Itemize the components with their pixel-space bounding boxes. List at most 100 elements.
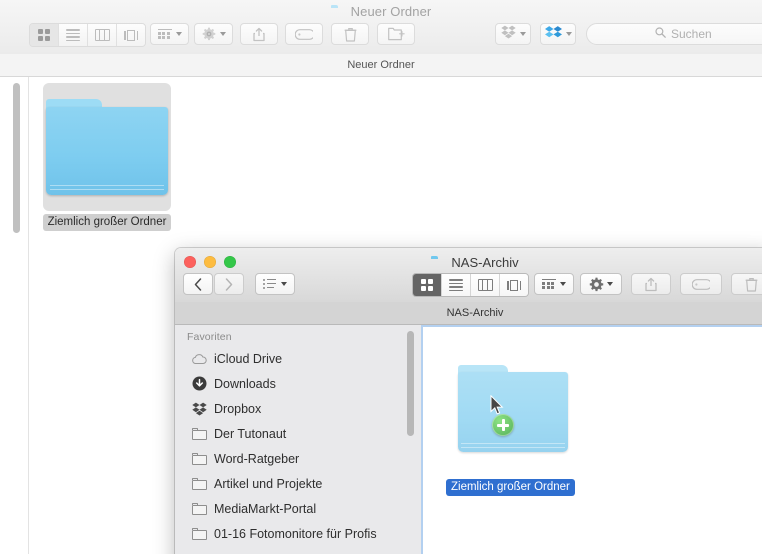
delete-button[interactable] bbox=[731, 273, 762, 295]
sidebar-item-label: Word-Ratgeber bbox=[214, 451, 300, 466]
view-icon-button[interactable] bbox=[30, 24, 59, 46]
sidebar-back[interactable] bbox=[0, 77, 29, 554]
path-bar-text: Neuer Ordner bbox=[347, 59, 415, 71]
chevron-down-icon bbox=[607, 282, 613, 286]
chevron-down-icon bbox=[175, 32, 182, 36]
window-title-text: NAS-Archiv bbox=[451, 254, 519, 270]
grid-icon bbox=[421, 279, 433, 291]
window-titlebar-back: Neuer Ordner Suchen bbox=[0, 0, 762, 554]
sidebar-item-label: MediaMarkt-Portal bbox=[214, 501, 317, 516]
chevron-right-icon bbox=[225, 277, 233, 291]
sidebar-front[interactable]: Favoriten iCloud Drive Downloads Dropbox… bbox=[175, 325, 422, 554]
trash-icon bbox=[745, 277, 758, 292]
sidebar-item-label: Artikel und Projekte bbox=[214, 476, 323, 491]
copy-plus-badge-icon bbox=[492, 414, 514, 436]
folder-icon bbox=[330, 5, 762, 554]
path-bar-back: Neuer Ordner bbox=[0, 54, 762, 77]
gear-icon bbox=[202, 27, 216, 41]
file-icon-container bbox=[43, 83, 171, 211]
sidebar-item-01-16-fotomonitore-fuer-profis[interactable]: 01-16 Fotomonitore für Profis bbox=[175, 521, 421, 546]
file-item-label[interactable]: Ziemlich großer Ordner bbox=[42, 214, 172, 231]
list-icon bbox=[449, 279, 463, 291]
window-title-back: Neuer Ordner bbox=[0, 0, 762, 554]
coverflow-icon bbox=[506, 279, 523, 291]
gear-icon bbox=[589, 277, 604, 292]
coverflow-icon bbox=[123, 29, 140, 41]
folder-icon bbox=[191, 451, 207, 467]
search-field[interactable]: Suchen bbox=[586, 23, 762, 45]
drag-ghost-label: Ziemlich großer Ordner bbox=[446, 479, 575, 496]
back-button[interactable] bbox=[183, 273, 213, 295]
columns-icon bbox=[94, 29, 110, 41]
sidebar-item-label: iCloud Drive bbox=[214, 351, 283, 366]
folder-icon bbox=[191, 501, 207, 517]
dropbox-icon bbox=[191, 401, 207, 417]
arrange-icon bbox=[157, 28, 172, 40]
folder-icon bbox=[191, 476, 207, 492]
tag-button[interactable] bbox=[285, 23, 323, 45]
new-folder-icon bbox=[387, 27, 405, 41]
view-column-button[interactable] bbox=[471, 274, 500, 296]
sidebar-item-mediamarkt-portal[interactable]: MediaMarkt-Portal bbox=[175, 496, 421, 521]
action-menu-button[interactable] bbox=[194, 23, 233, 45]
dropbox-icon bbox=[500, 25, 516, 44]
screen: Neuer Ordner Suchen Neuer Ordner Ziemlic… bbox=[0, 0, 762, 554]
view-list-button[interactable] bbox=[59, 24, 88, 46]
sidebar-scrollbar-front[interactable] bbox=[407, 331, 414, 436]
view-coverflow-button[interactable] bbox=[117, 24, 145, 46]
view-coverflow-button[interactable] bbox=[500, 274, 528, 296]
delete-button[interactable] bbox=[331, 23, 369, 45]
arrange-button[interactable] bbox=[150, 23, 189, 45]
group-by-button[interactable] bbox=[255, 273, 295, 295]
folder-icon bbox=[431, 256, 762, 554]
sort-list-icon bbox=[263, 278, 277, 290]
share-button[interactable] bbox=[631, 273, 671, 295]
new-folder-button[interactable] bbox=[377, 23, 415, 45]
view-mode-segmented-control[interactable] bbox=[412, 273, 529, 297]
tag-button[interactable] bbox=[680, 273, 722, 295]
window-title-text: Neuer Ordner bbox=[350, 3, 432, 19]
chevron-down-icon bbox=[281, 282, 287, 286]
chevron-down-icon bbox=[560, 282, 566, 286]
drag-ghost-folder bbox=[458, 363, 578, 463]
file-item-ziemlich-grosser-ordner[interactable]: Ziemlich großer Ordner bbox=[40, 83, 174, 231]
share-icon bbox=[252, 27, 266, 42]
folder-icon bbox=[458, 363, 568, 455]
sidebar-item-label: 01-16 Fotomonitore für Profis bbox=[214, 526, 377, 541]
arrange-icon bbox=[542, 278, 556, 290]
window-titlebar-front: NAS-Archiv bbox=[175, 248, 762, 554]
forward-button[interactable] bbox=[214, 273, 244, 295]
sidebar-item-label: Dropbox bbox=[214, 401, 262, 416]
window-title-front: NAS-Archiv bbox=[175, 252, 762, 554]
folder-icon bbox=[191, 526, 207, 542]
chevron-down-icon bbox=[519, 32, 526, 36]
sidebar-scrollbar-back[interactable] bbox=[13, 83, 20, 233]
view-icon-button[interactable] bbox=[413, 274, 442, 296]
sidebar-item-word-ratgeber[interactable]: Word-Ratgeber bbox=[175, 446, 421, 471]
list-icon bbox=[66, 29, 80, 41]
action-menu-button[interactable] bbox=[580, 273, 622, 295]
path-bar-text: NAS-Archiv bbox=[446, 307, 504, 319]
view-list-button[interactable] bbox=[442, 274, 471, 296]
sidebar-item-der-tutonaut[interactable]: Der Tutonaut bbox=[175, 421, 421, 446]
search-placeholder: Suchen bbox=[671, 27, 712, 41]
path-bar-front: NAS-Archiv bbox=[175, 302, 762, 325]
sidebar-item-artikel-und-projekte[interactable]: Artikel und Projekte bbox=[175, 471, 421, 496]
arrow-cursor-icon bbox=[490, 394, 504, 416]
share-button[interactable] bbox=[240, 23, 278, 45]
chevron-down-icon bbox=[219, 32, 226, 36]
sidebar-item-icloud-drive[interactable]: iCloud Drive bbox=[175, 346, 421, 371]
cloud-service-button[interactable] bbox=[540, 23, 576, 45]
view-mode-segmented-control[interactable] bbox=[29, 23, 146, 47]
search-icon bbox=[655, 25, 666, 43]
share-icon bbox=[644, 277, 658, 292]
arrange-button[interactable] bbox=[534, 273, 574, 295]
sidebar-item-downloads[interactable]: Downloads bbox=[175, 371, 421, 396]
sidebar-item-dropbox[interactable]: Dropbox bbox=[175, 396, 421, 421]
dropbox-button[interactable] bbox=[495, 23, 531, 45]
folder-icon bbox=[46, 97, 168, 197]
cloud-icon bbox=[544, 25, 562, 43]
download-circle-icon bbox=[191, 376, 207, 392]
view-column-button[interactable] bbox=[88, 24, 117, 46]
cloud-icon bbox=[191, 351, 207, 367]
